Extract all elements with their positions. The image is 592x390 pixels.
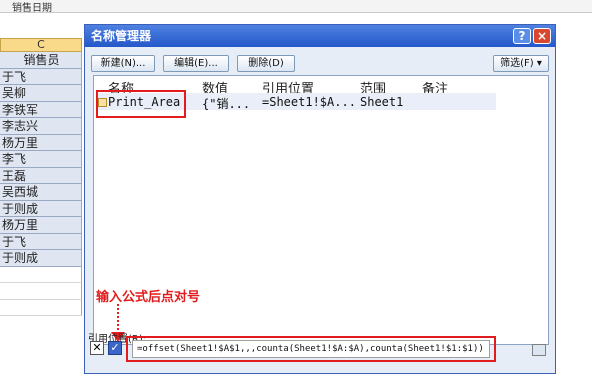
salesperson-column: 销售员 于飞 吴柳 李铁军 李志兴 杨万里 李飞 王磊 吴西城 于则成 杨万里 …: [0, 52, 82, 316]
name-cell[interactable]: 李飞: [0, 151, 82, 168]
name-cell[interactable]: 李铁军: [0, 101, 82, 118]
row-value: {"销...: [202, 97, 251, 111]
name-cell[interactable]: 于飞: [0, 233, 82, 250]
name-cell[interactable]: 李志兴: [0, 118, 82, 135]
confirm-icon[interactable]: ✓: [108, 341, 122, 355]
empty-cell[interactable]: [0, 299, 82, 316]
name-cell[interactable]: 杨万里: [0, 217, 82, 234]
annotation-text: 输入公式后点对号: [96, 290, 201, 305]
highlight-formula: [126, 336, 496, 362]
range-picker-icon[interactable]: [532, 344, 546, 356]
name-cell[interactable]: 王磊: [0, 167, 82, 184]
empty-cell[interactable]: [0, 266, 82, 283]
row-refers: =Sheet1!$A...: [262, 95, 356, 109]
name-manager-dialog: 名称管理器 ? × 新建(N)... 编辑(E)... 删除(D) 筛选(F) …: [84, 24, 556, 374]
new-button[interactable]: 新建(N)...: [91, 55, 155, 72]
name-cell[interactable]: 杨万里: [0, 134, 82, 151]
dialog-titlebar: 名称管理器: [85, 25, 555, 47]
edit-button[interactable]: 编辑(E)...: [163, 55, 229, 72]
name-cell[interactable]: 吴柳: [0, 85, 82, 102]
filter-button[interactable]: 筛选(F) ▾: [493, 55, 549, 72]
highlight-print-area: [96, 90, 186, 118]
row-scope: Sheet1: [360, 95, 404, 109]
help-button[interactable]: ?: [513, 28, 531, 44]
empty-cell[interactable]: [0, 283, 82, 300]
header-cell[interactable]: 销售员: [0, 52, 82, 69]
name-cell[interactable]: 于则成: [0, 200, 82, 217]
name-cell[interactable]: 于则成: [0, 250, 82, 267]
name-cell[interactable]: 吴西城: [0, 184, 82, 201]
name-cell[interactable]: 于飞: [0, 68, 82, 85]
sheet-top-strip: 销售日期: [0, 0, 592, 14]
delete-button[interactable]: 删除(D): [237, 55, 295, 72]
dialog-title: 名称管理器: [91, 29, 152, 43]
column-header-c[interactable]: C: [0, 38, 82, 52]
cancel-icon[interactable]: ✕: [90, 341, 104, 355]
sheet-top-label: 销售日期: [12, 3, 52, 14]
close-button[interactable]: ×: [533, 28, 551, 44]
